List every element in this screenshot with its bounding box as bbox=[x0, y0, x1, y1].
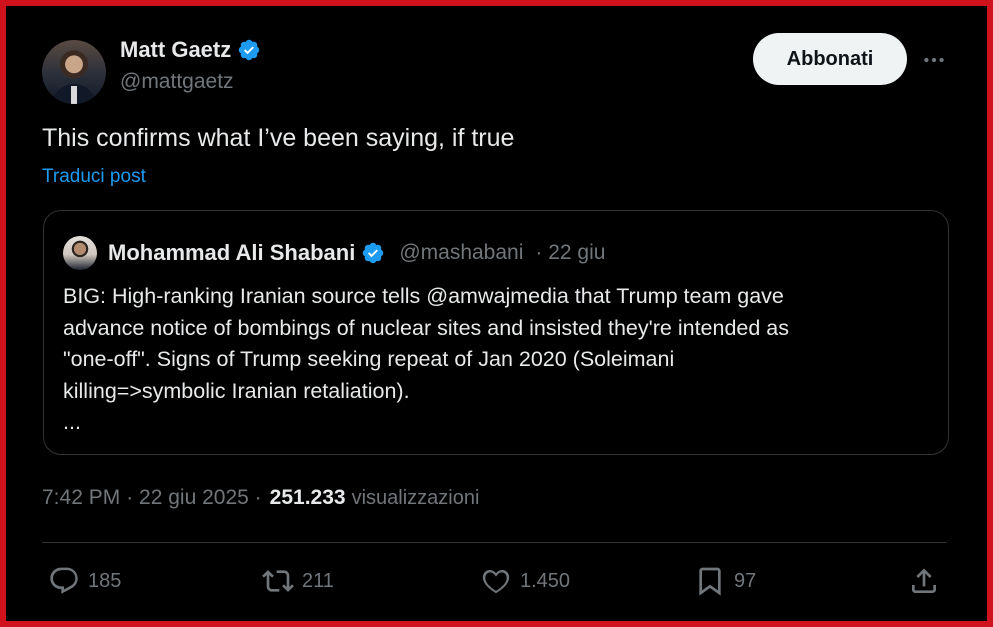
bookmark-button[interactable]: 97 bbox=[694, 564, 756, 598]
follow-button[interactable]: Abbonati bbox=[753, 33, 907, 85]
quoted-text-line: advance notice of bombings of nuclear si… bbox=[63, 315, 790, 340]
like-button[interactable]: 1.450 bbox=[480, 564, 570, 598]
author-name[interactable]: Matt Gaetz bbox=[120, 37, 231, 63]
views-label: visualizzazioni bbox=[351, 487, 480, 509]
translate-link[interactable]: Traduci post bbox=[42, 166, 146, 188]
author-name-row: Matt Gaetz bbox=[120, 37, 261, 63]
quoted-text-line: ... bbox=[63, 410, 81, 434]
share-icon bbox=[912, 568, 936, 593]
reply-button[interactable]: 185 bbox=[48, 564, 121, 598]
quoted-text: BIG: High-ranking Iranian source tells @… bbox=[63, 281, 933, 439]
more-icon bbox=[924, 57, 944, 63]
reply-icon bbox=[50, 567, 78, 594]
quoted-post[interactable]: Mohammad Ali Shabani @mashabani · 22 giu… bbox=[43, 210, 949, 455]
quoted-text-line: "one-off". Signs of Trump seeking repeat… bbox=[63, 347, 675, 371]
quoted-text-line: BIG: High-ranking Iranian source tells @… bbox=[63, 284, 784, 308]
quoted-header: Mohammad Ali Shabani @mashabani · 22 giu bbox=[108, 236, 605, 270]
bookmark-count: 97 bbox=[734, 569, 757, 592]
quoted-date[interactable]: · 22 giu bbox=[535, 241, 605, 265]
repost-icon bbox=[262, 570, 294, 592]
views-count: 251.233 bbox=[269, 486, 346, 509]
bookmark-icon bbox=[699, 567, 721, 596]
post-card: Matt Gaetz @mattgaetz Abbonati This conf… bbox=[6, 6, 987, 621]
quoted-author-name[interactable]: Mohammad Ali Shabani bbox=[108, 240, 355, 266]
post-time[interactable]: 7:42 PM bbox=[42, 486, 120, 510]
verified-badge-icon bbox=[363, 242, 384, 264]
like-icon bbox=[482, 569, 510, 594]
post-text: This confirms what I’ve been saying, if … bbox=[42, 124, 515, 152]
quoted-text-line: killing=>symbolic Iranian retaliation). bbox=[63, 378, 410, 403]
like-count: 1.450 bbox=[520, 569, 571, 592]
share-button[interactable] bbox=[908, 564, 940, 598]
repost-button[interactable]: 211 bbox=[262, 564, 334, 598]
verified-badge-icon bbox=[239, 39, 260, 61]
repost-count: 211 bbox=[302, 569, 334, 592]
more-button[interactable] bbox=[920, 46, 948, 74]
quoted-avatar[interactable] bbox=[63, 236, 97, 270]
post-meta: 7:42 PM · 22 giu 2025 · 251.233 visualiz… bbox=[42, 486, 479, 510]
reply-count: 185 bbox=[88, 569, 122, 592]
divider bbox=[42, 542, 947, 543]
avatar[interactable] bbox=[42, 40, 106, 104]
avatar-tie bbox=[71, 86, 77, 104]
post-date[interactable]: · 22 giu 2025 · bbox=[126, 486, 261, 510]
author-handle[interactable]: @mattgaetz bbox=[120, 70, 234, 94]
quoted-handle[interactable]: @mashabani bbox=[399, 241, 523, 265]
